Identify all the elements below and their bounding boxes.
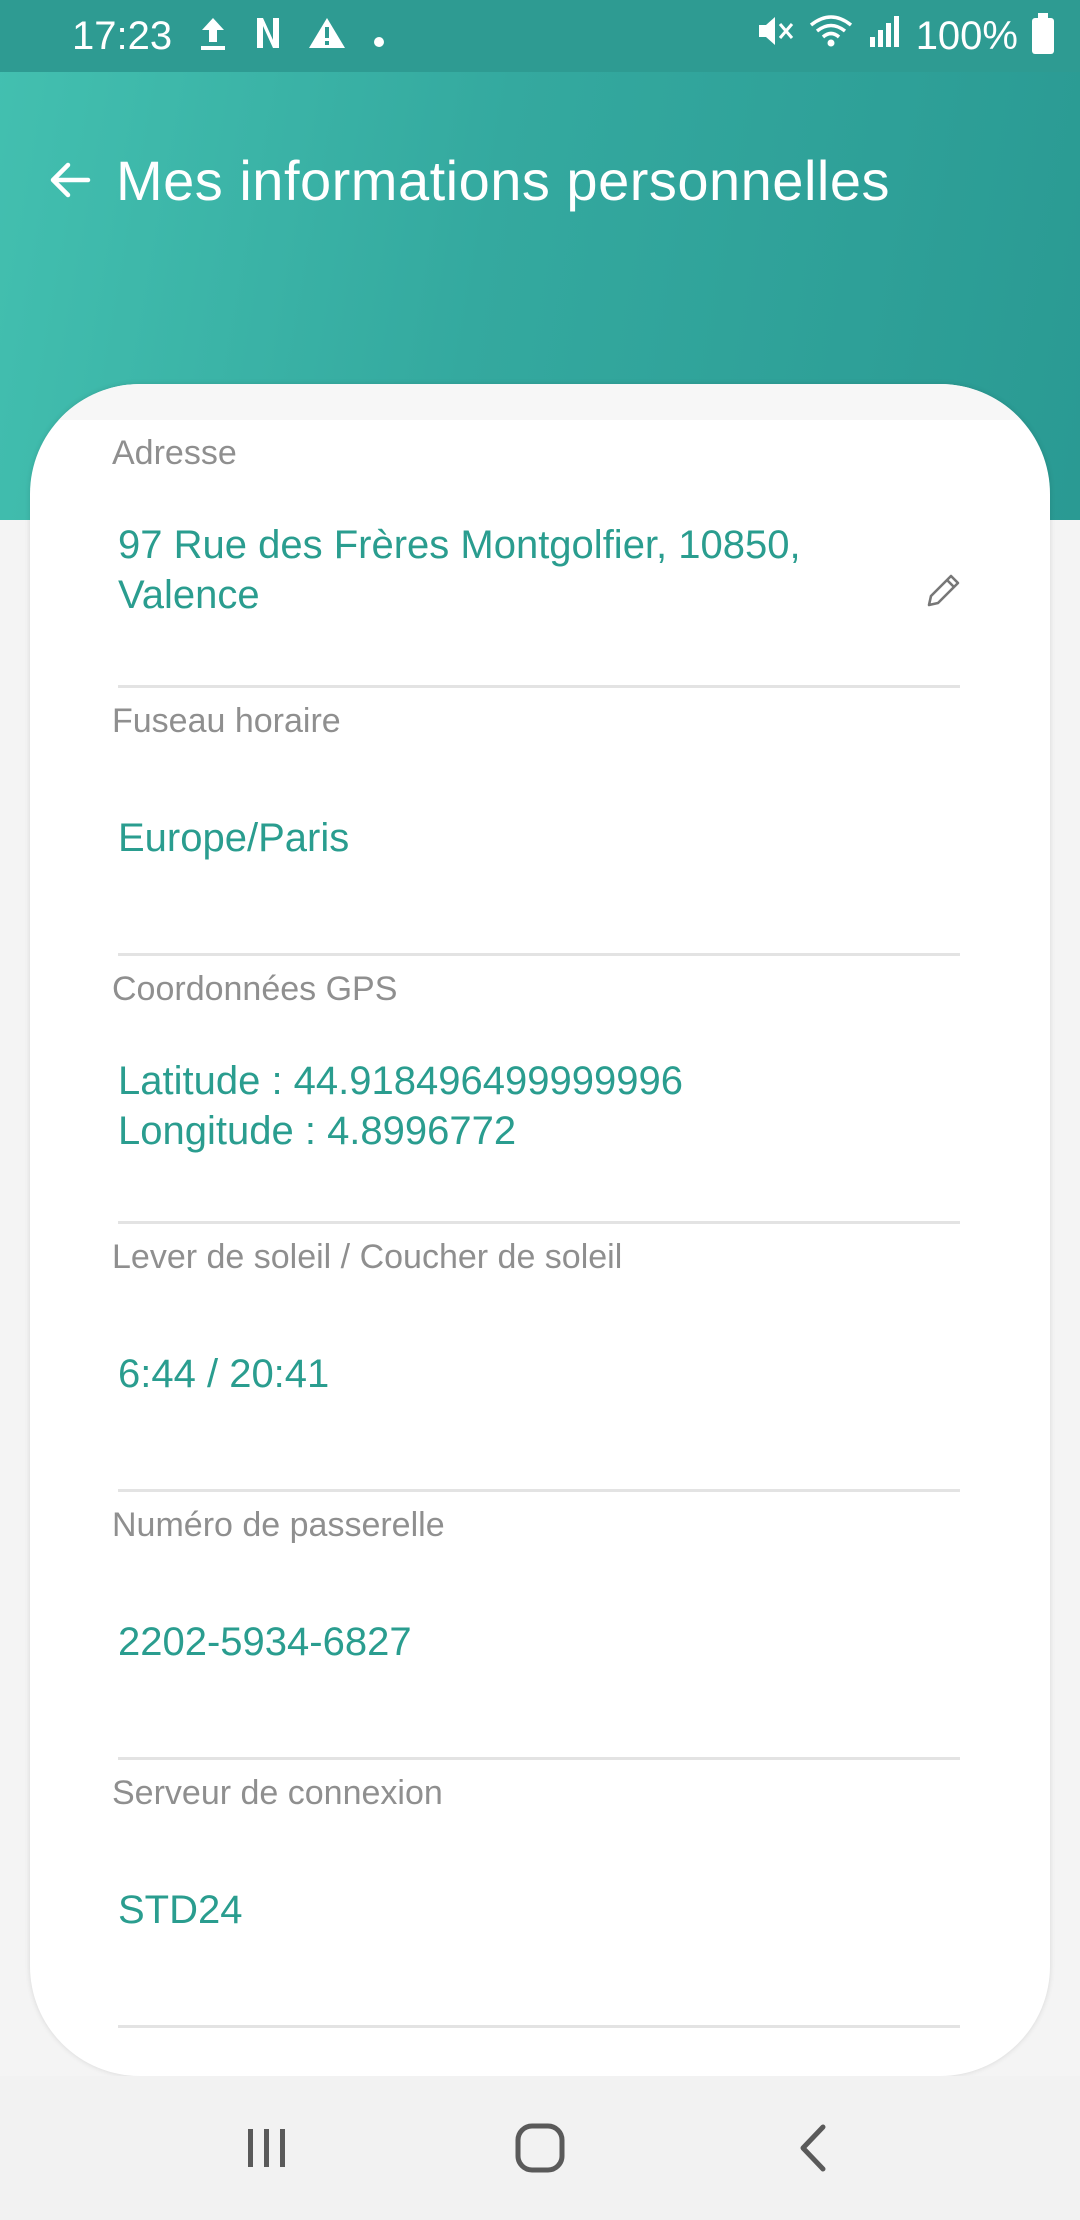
field-timezone: Fuseau horaire Europe/Paris (112, 688, 960, 956)
field-gps: Coordonnées GPS Latitude : 44.9184964999… (112, 956, 960, 1224)
field-value: Latitude : 44.918496499999996 Longitude … (118, 1056, 898, 1156)
info-list: Adresse 97 Rue des Frères Montgolfier, 1… (30, 420, 1050, 2028)
pencil-edit-icon[interactable] (924, 570, 964, 610)
upload-icon (198, 14, 228, 58)
nav-back-button[interactable] (773, 2108, 853, 2188)
back-icon (800, 2124, 826, 2172)
battery-icon (1032, 13, 1054, 54)
system-nav-bar (0, 2076, 1080, 2220)
mute-icon (756, 13, 794, 59)
warning-icon (308, 16, 346, 56)
field-gateway-number: Numéro de passerelle 2202-5934-6827 (112, 1492, 960, 1760)
field-value: STD24 (118, 1888, 243, 1932)
status-time: 17:23 (72, 13, 173, 58)
field-value: 2202-5934-6827 (118, 1620, 412, 1664)
field-value: 6:44 / 20:41 (118, 1352, 330, 1396)
longitude-value: Longitude : 4.8996772 (118, 1109, 517, 1153)
status-bar: 17:23 100% (0, 0, 1080, 72)
wifi-icon (808, 13, 854, 59)
field-label: Coordonnées GPS (112, 970, 398, 1008)
page-title: Mes informations personnelles (116, 148, 890, 212)
address-line-1: 97 Rue des Frères Montgolfier, 10850, (118, 523, 801, 567)
app-bar: Mes informations personnelles (0, 130, 1080, 230)
field-label: Lever de soleil / Coucher de soleil (112, 1238, 623, 1276)
dot-icon (372, 14, 386, 59)
field-value: 97 Rue des Frères Montgolfier, 10850, Va… (118, 520, 898, 620)
field-address[interactable]: Adresse 97 Rue des Frères Montgolfier, 1… (112, 420, 960, 688)
field-label: Adresse (112, 434, 237, 472)
signal-icon (868, 13, 902, 59)
field-label: Numéro de passerelle (112, 1506, 445, 1544)
home-button[interactable] (500, 2108, 580, 2188)
arrow-left-icon (50, 162, 91, 198)
card-top-strip (30, 384, 1050, 420)
home-icon (515, 2123, 565, 2173)
latitude-value: Latitude : 44.918496499999996 (118, 1059, 683, 1103)
address-line-2: Valence (118, 573, 260, 617)
field-value: Europe/Paris (118, 816, 350, 860)
field-connection-server: Serveur de connexion STD24 (112, 1760, 960, 2028)
field-sun-times: Lever de soleil / Coucher de soleil 6:44… (112, 1224, 960, 1492)
field-label: Fuseau horaire (112, 702, 341, 740)
back-button[interactable] (30, 140, 110, 220)
battery-percent: 100% (915, 13, 1018, 58)
n-app-icon (254, 14, 282, 58)
field-label: Serveur de connexion (112, 1774, 443, 1812)
recent-apps-icon (247, 2129, 285, 2167)
recent-apps-button[interactable] (227, 2108, 307, 2188)
info-card: Adresse 97 Rue des Frères Montgolfier, 1… (30, 384, 1050, 2076)
